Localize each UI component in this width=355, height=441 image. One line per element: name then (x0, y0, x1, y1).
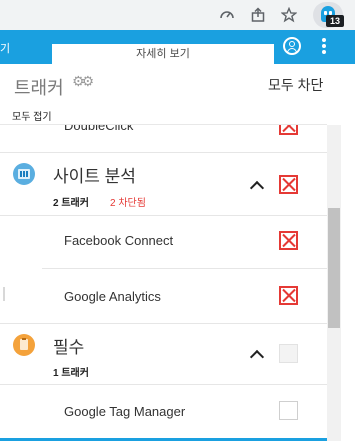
block-toggle-checked[interactable] (279, 125, 298, 135)
star-icon[interactable] (280, 6, 298, 24)
performance-icon[interactable] (218, 6, 236, 24)
category-header[interactable]: 필수 1 트래커 (0, 324, 327, 384)
category-title: 필수 (53, 338, 85, 357)
tracker-name: DoubleClick (64, 125, 134, 133)
essential-icon (13, 334, 35, 356)
chevron-up-icon[interactable] (249, 349, 265, 365)
block-toggle-checked[interactable] (279, 231, 298, 250)
tracker-row: DoubleClick (0, 125, 327, 136)
tab-simple-view[interactable]: 기 (0, 40, 10, 64)
tracker-count-badge: 13 (326, 15, 344, 27)
tracker-row[interactable]: Facebook Connect (0, 216, 327, 268)
tracker-name: Google Tag Manager (64, 404, 186, 419)
analytics-icon (13, 163, 35, 185)
tracker-row[interactable]: Google Tag Manager (0, 385, 327, 437)
account-icon[interactable] (283, 37, 301, 55)
trackers-subheader: 트래커 ⚙⚙ 모두 차단 (0, 64, 355, 104)
collapse-all-button[interactable]: 모두 접기 (12, 108, 52, 123)
category-tracker-count: 1 트래커 (53, 368, 89, 379)
scrollbar-thumb[interactable] (328, 208, 340, 328)
tracker-name: Google Analytics (64, 289, 161, 304)
browser-toolbar: 13 (0, 0, 355, 30)
block-all-button[interactable]: 모두 차단 (268, 75, 323, 95)
block-toggle-unchecked[interactable] (279, 401, 298, 420)
extension-button[interactable]: 13 (313, 2, 344, 28)
page-title: 트래커 (14, 78, 64, 98)
tab-detailed-view[interactable]: 자세히 보기 (52, 44, 274, 64)
tracker-list: DoubleClick 사이트 분석 2 트래커 2 차단됨 Facebook … (0, 125, 327, 441)
category-title: 사이트 분석 (53, 167, 136, 186)
category-block-toggle[interactable] (279, 344, 298, 363)
category-tracker-count: 2 트래커 (53, 198, 89, 209)
more-menu-icon[interactable] (320, 38, 328, 56)
category-blocked-count: 2 차단됨 (110, 198, 146, 209)
tracker-name: Facebook Connect (64, 233, 174, 248)
row-marker (3, 287, 5, 301)
block-toggle-checked[interactable] (279, 286, 298, 305)
category-header[interactable]: 사이트 분석 2 트래커 2 차단됨 (0, 153, 327, 215)
tracker-row[interactable]: Google Analytics (0, 269, 327, 323)
extension-header: 기 자세히 보기 (0, 30, 355, 64)
settings-gear-icon[interactable]: ⚙⚙ (72, 73, 94, 90)
share-icon[interactable] (249, 6, 267, 24)
chevron-up-icon[interactable] (249, 180, 265, 196)
category-block-toggle[interactable] (279, 175, 298, 194)
